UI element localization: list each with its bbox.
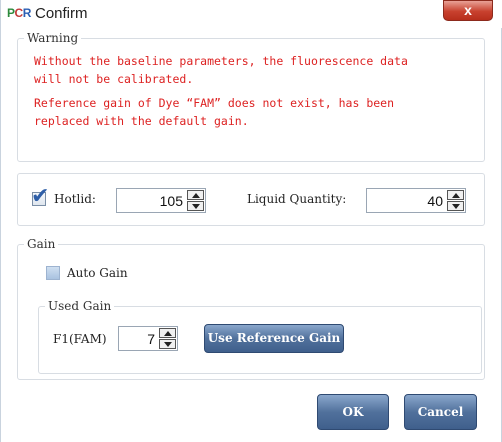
arrow-down-icon [452, 204, 460, 209]
ok-button[interactable]: OK [317, 394, 389, 430]
arrow-up-icon [164, 331, 172, 336]
warning-line-2: will not be calibrated. [34, 72, 194, 86]
warning-line-3: Reference gain of Dye “FAM” does not exi… [34, 96, 395, 110]
hotlid-checkbox[interactable]: ✔ [31, 186, 49, 208]
gain-group-title: Gain [24, 237, 59, 251]
liquid-quantity-value: 40 [427, 193, 443, 209]
arrow-down-icon [192, 204, 200, 209]
warning-group: Warning Without the baseline parameters,… [17, 31, 485, 162]
settings-group: ✔ Hotlid: 105 Liquid Quantity: 40 [17, 173, 485, 226]
confirm-dialog: PCR Confirm x Warning Without the baseli… [0, 0, 502, 442]
liquid-quantity-spinbox[interactable]: 40 [366, 188, 466, 213]
arrow-up-icon [452, 193, 460, 198]
use-reference-gain-button[interactable]: Use Reference Gain [204, 324, 344, 353]
hotlid-decrement-button[interactable] [187, 201, 204, 211]
channel-gain-spinbox[interactable]: 7 [118, 326, 178, 351]
title-bar: PCR Confirm x [1, 0, 502, 28]
arrow-up-icon [192, 193, 200, 198]
hotlid-label: Hotlid: [54, 192, 96, 206]
used-gain-title: Used Gain [45, 299, 115, 313]
hotlid-value: 105 [159, 193, 183, 209]
auto-gain-checkbox[interactable] [46, 266, 60, 280]
liquid-quantity-label: Liquid Quantity: [247, 192, 347, 206]
warning-line-4: replaced with the default gain. [34, 114, 249, 128]
close-button[interactable]: x [443, 0, 493, 21]
warning-line-1: Without the baseline parameters, the flu… [34, 54, 408, 68]
liquid-increment-button[interactable] [447, 190, 464, 200]
window-title: Confirm [35, 5, 88, 22]
cancel-button[interactable]: Cancel [404, 394, 477, 430]
arrow-down-icon [164, 342, 172, 347]
hotlid-increment-button[interactable] [187, 190, 204, 200]
checkmark-icon: ✔ [31, 184, 50, 209]
channel-gain-value: 7 [147, 331, 155, 347]
liquid-spin-buttons [447, 190, 464, 211]
warning-group-title: Warning [24, 31, 82, 45]
channel-spin-buttons [159, 328, 176, 349]
channel-decrement-button[interactable] [159, 339, 176, 349]
hotlid-spinbox[interactable]: 105 [116, 188, 206, 213]
hotlid-spin-buttons [187, 190, 204, 211]
channel-increment-button[interactable] [159, 328, 176, 338]
auto-gain-label: Auto Gain [67, 266, 128, 280]
channel-label: F1(FAM) [53, 332, 107, 346]
app-logo-icon: PCR [7, 6, 31, 20]
liquid-decrement-button[interactable] [447, 201, 464, 211]
